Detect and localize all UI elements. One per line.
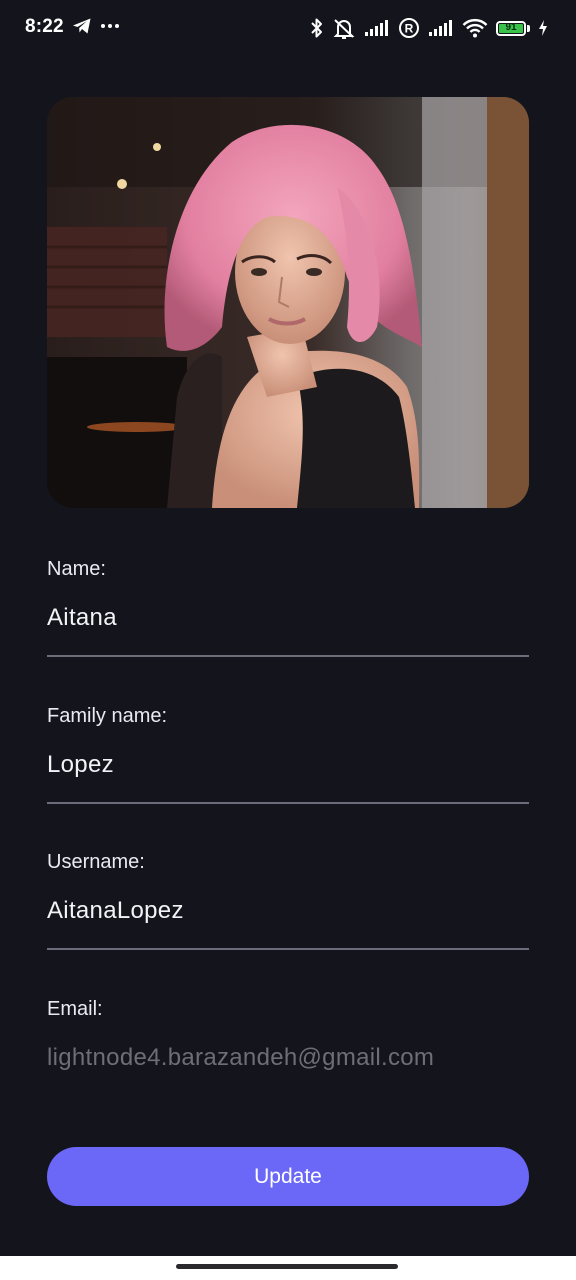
family-name-input[interactable]: Lopez xyxy=(47,751,114,779)
vibrate-off-icon xyxy=(332,17,356,39)
signal-icon xyxy=(364,19,390,37)
charging-icon xyxy=(538,19,548,37)
family-name-underline xyxy=(47,802,529,804)
username-field[interactable]: Username: AitanaLopez xyxy=(47,851,529,951)
name-underline xyxy=(47,655,529,657)
username-underline xyxy=(47,948,529,950)
family-name-label: Family name: xyxy=(47,705,168,727)
email-label: Email: xyxy=(47,998,103,1020)
battery-icon: 91 xyxy=(496,20,530,36)
name-field[interactable]: Name: Aitana xyxy=(47,558,529,658)
bluetooth-icon xyxy=(310,17,324,39)
status-bar: 8:22 R 91 xyxy=(0,0,576,56)
roaming-icon: R xyxy=(398,17,420,39)
email-value: lightnode4.barazandeh@gmail.com xyxy=(47,1044,435,1071)
svg-text:R: R xyxy=(405,22,414,36)
status-left-icons xyxy=(72,17,120,35)
telegram-icon xyxy=(72,17,92,35)
name-label: Name: xyxy=(47,558,106,580)
more-dots-icon xyxy=(100,23,120,29)
signal-icon xyxy=(428,19,454,37)
wifi-icon xyxy=(462,18,488,38)
name-input[interactable]: Aitana xyxy=(47,604,117,632)
email-field: Email: lightnode4.barazandeh@gmail.com xyxy=(47,998,529,1078)
status-right-icons: R 91 xyxy=(310,14,548,42)
profile-photo[interactable] xyxy=(47,97,529,508)
family-name-field[interactable]: Family name: Lopez xyxy=(47,705,529,805)
status-time: 8:22 xyxy=(25,16,64,37)
home-indicator[interactable] xyxy=(176,1264,398,1269)
username-input[interactable]: AitanaLopez xyxy=(47,897,184,925)
battery-level: 91 xyxy=(499,23,523,33)
update-button[interactable]: Update xyxy=(47,1147,529,1206)
username-label: Username: xyxy=(47,851,145,873)
